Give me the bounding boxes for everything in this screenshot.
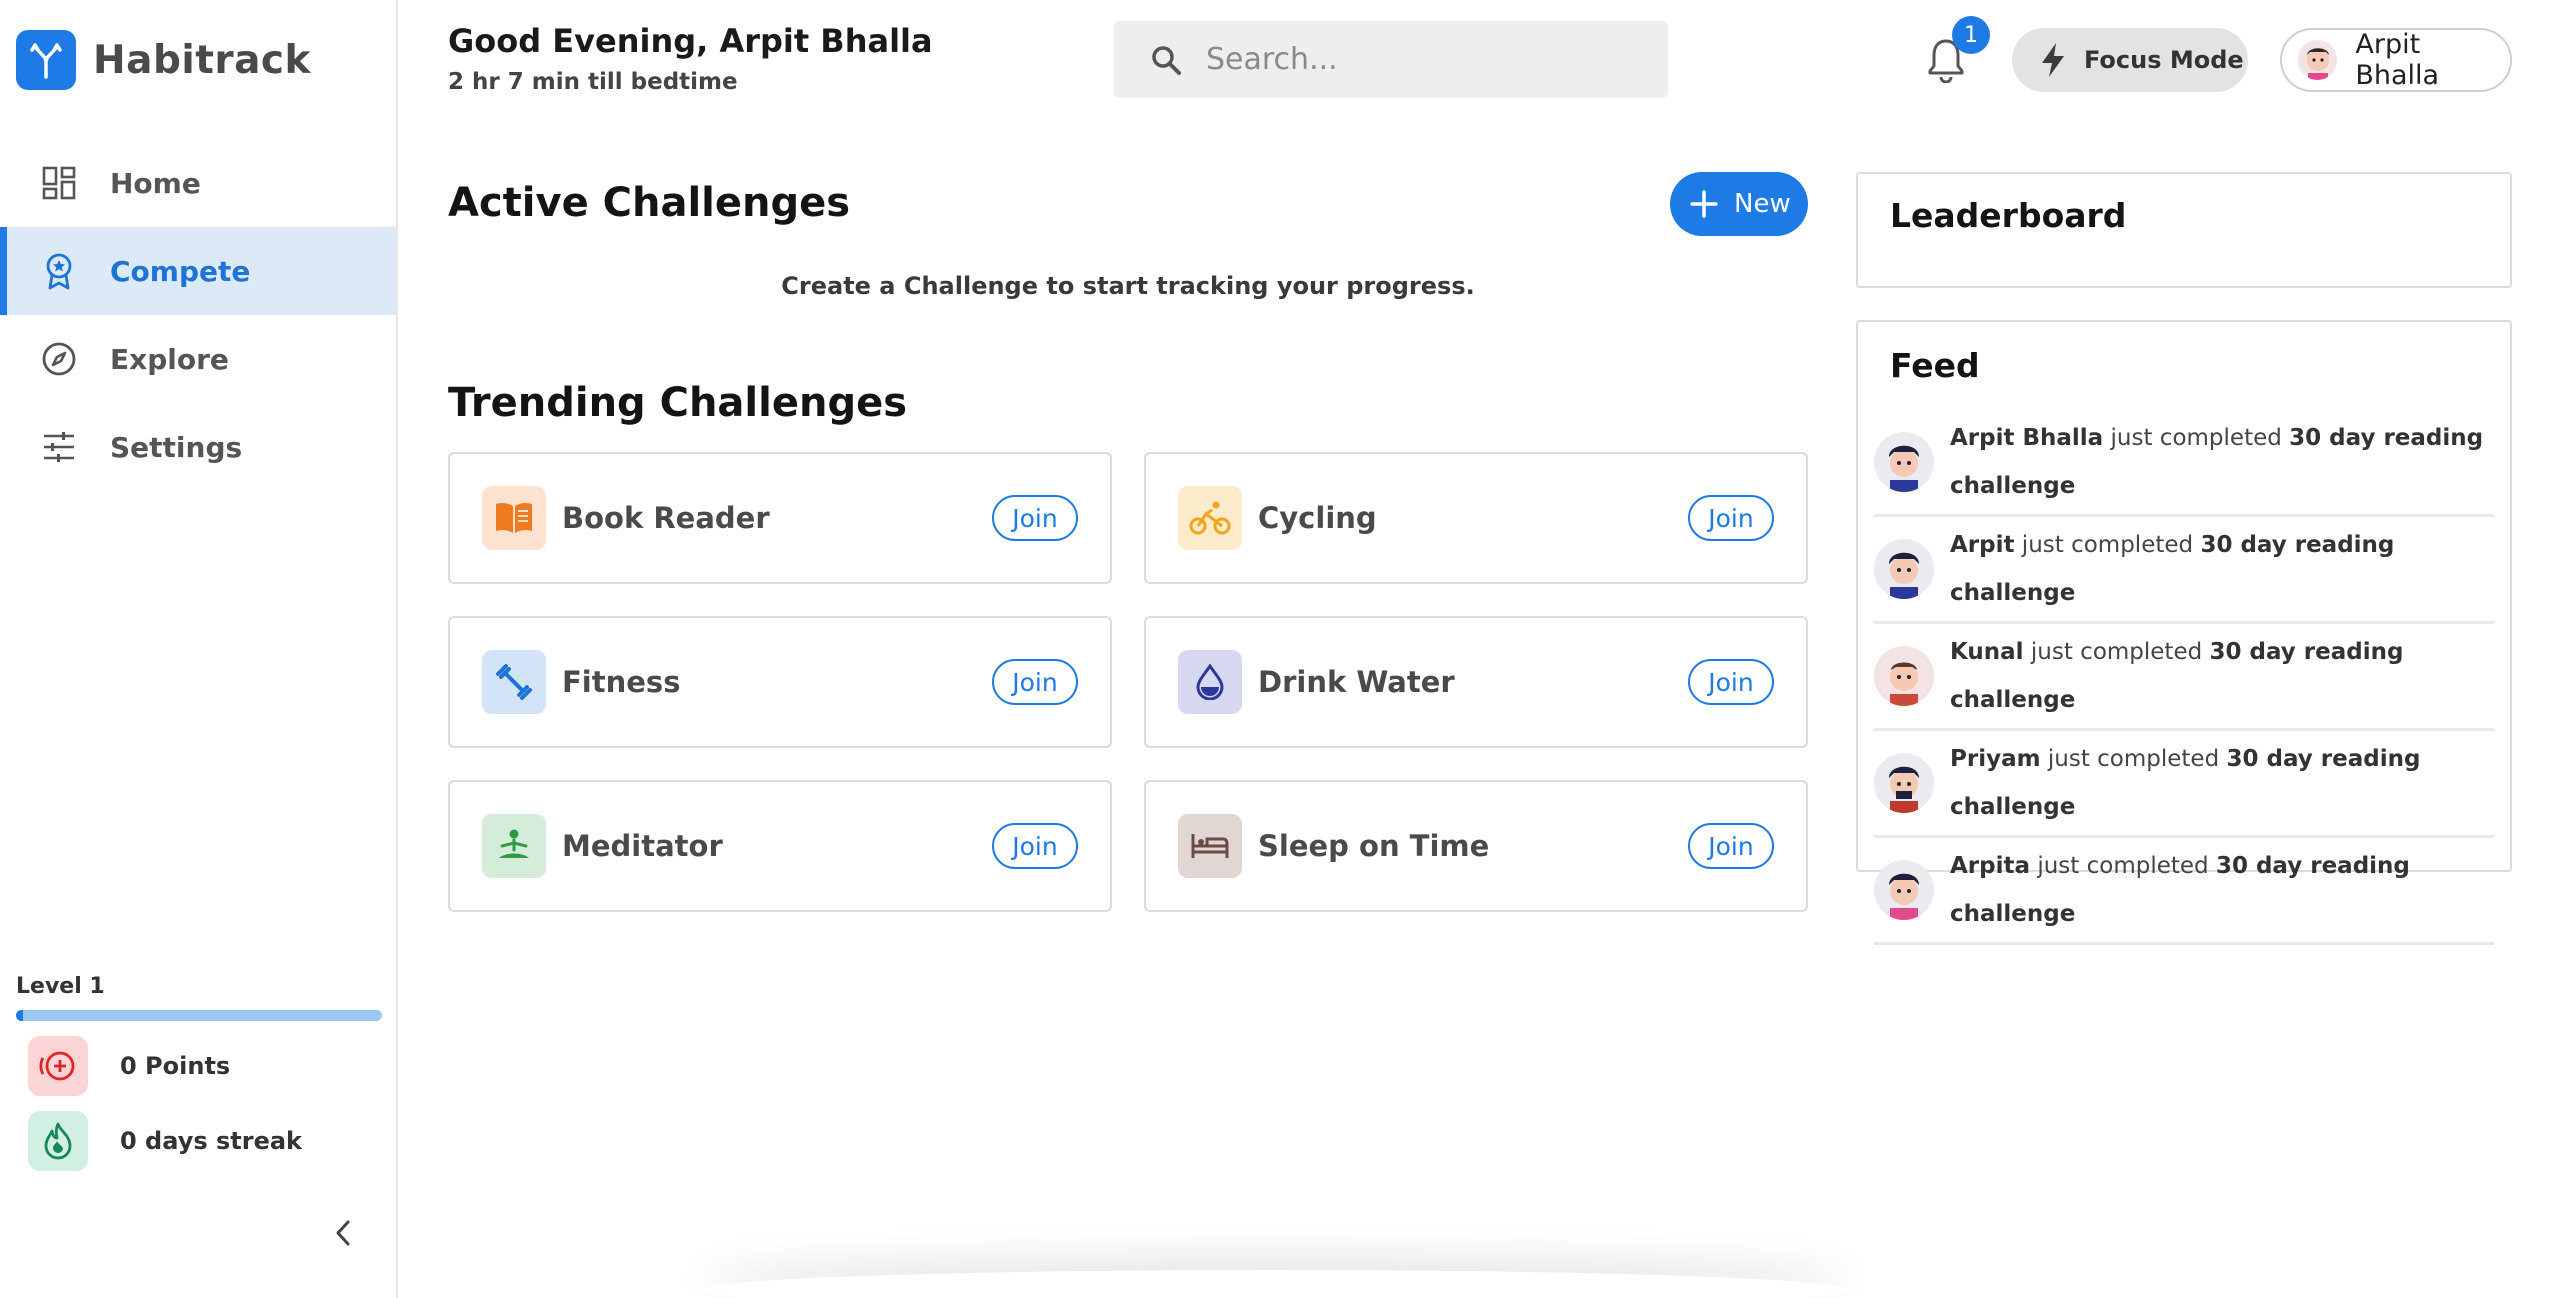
sidebar-item-compete[interactable]: Compete [0,227,396,315]
challenge-name: Fitness [562,665,681,699]
challenge-name: Meditator [562,829,723,863]
greeting-title: Good Evening, Arpit Bhalla [448,22,933,60]
points-stat: 0 Points [28,1036,230,1096]
level-label: Level 1 [16,974,105,999]
join-button[interactable]: Join [992,495,1078,541]
join-button[interactable]: Join [1688,495,1774,541]
challenge-name: Drink Water [1258,665,1455,699]
join-button[interactable]: Join [1688,823,1774,869]
plus-icon [1688,188,1720,220]
profile-button[interactable]: Arpit Bhalla [2280,28,2512,92]
search-input[interactable] [1206,42,1646,77]
feed-item: Arpit just completed 30 day reading chal… [1874,517,2494,624]
feed-text: Arpit Bhalla just completed 30 day readi… [1950,425,2484,499]
chevron-left-icon [333,1219,353,1251]
new-challenge-button[interactable]: New [1670,172,1808,236]
challenge-card-drink-water: Drink Water Join [1144,616,1808,748]
collapse-sidebar-button[interactable] [326,1218,360,1252]
flame-icon [28,1111,88,1171]
leaderboard-panel: Leaderboard [1856,172,2512,288]
feed-panel: Feed Arpit Bhalla just completed 30 day … [1856,320,2512,945]
water-drop-icon [1178,650,1242,714]
sidebar: Habitrack Home Compete Explore Settings [0,0,398,1298]
avatar [1874,646,1934,706]
new-label: New [1734,189,1791,219]
feed-item: Kunal just completed 30 day reading chal… [1874,624,2494,731]
sidebar-item-home[interactable]: Home [0,139,396,227]
challenge-card-book-reader: Book Reader Join [448,452,1112,584]
challenge-card-meditator: Meditator Join [448,780,1112,912]
feed-item: Arpita just completed 30 day reading cha… [1874,838,2494,945]
trending-challenges-title: Trending Challenges [448,380,908,426]
avatar [2298,40,2338,80]
award-badge-icon [40,252,78,290]
join-button[interactable]: Join [1688,659,1774,705]
challenge-card-fitness: Fitness Join [448,616,1112,748]
sidebar-nav: Home Compete Explore Settings [0,139,396,491]
feed-title: Feed [1890,346,1980,385]
bed-icon [1178,814,1242,878]
avatar [1874,753,1934,813]
challenge-name: Cycling [1258,501,1377,535]
dumbbell-icon [482,650,546,714]
bottom-shadow [700,1270,1850,1298]
sliders-icon [40,428,78,466]
active-challenges-title: Active Challenges [448,180,851,226]
challenge-card-cycling: Cycling Join [1144,452,1808,584]
feed-text: Priyam just completed 30 day reading cha… [1950,746,2421,820]
challenge-name: Book Reader [562,501,770,535]
feed-text: Arpita just completed 30 day reading cha… [1950,853,2410,927]
avatar [1874,539,1934,599]
brand[interactable]: Habitrack [16,30,311,90]
book-icon [482,486,546,550]
sidebar-item-label: Compete [110,254,251,288]
dashboard-icon [40,164,78,202]
feed-text: Kunal just completed 30 day reading chal… [1950,639,2404,713]
sidebar-item-settings[interactable]: Settings [0,403,396,491]
search-icon [1148,42,1184,78]
focus-mode-label: Focus Mode [2084,46,2244,74]
leaderboard-title: Leaderboard [1890,196,2127,235]
profile-name: Arpit Bhalla [2355,29,2440,91]
focus-mode-button[interactable]: Focus Mode [2012,28,2248,92]
streak-label: 0 days streak [120,1127,303,1155]
challenge-name: Sleep on Time [1258,829,1490,863]
sidebar-item-explore[interactable]: Explore [0,315,396,403]
join-button[interactable]: Join [992,659,1078,705]
search-bar[interactable] [1114,21,1668,98]
sidebar-item-label: Explore [110,342,229,376]
level-progress-fill [16,1010,24,1021]
app-name: Habitrack [93,37,311,83]
challenge-card-sleep-on-time: Sleep on Time Join [1144,780,1808,912]
avatar [1874,860,1934,920]
join-button[interactable]: Join [992,823,1078,869]
feed-item: Arpit Bhalla just completed 30 day readi… [1874,410,2494,517]
level-progress-bar [16,1010,382,1021]
compass-icon [40,340,78,378]
feed-text: Arpit just completed 30 day reading chal… [1950,532,2395,606]
streak-stat: 0 days streak [28,1111,302,1171]
sidebar-item-label: Home [110,166,201,200]
meditation-icon [482,814,546,878]
avatar [1874,432,1934,492]
feed-list: Arpit Bhalla just completed 30 day readi… [1874,410,2494,945]
feed-item: Priyam just completed 30 day reading cha… [1874,731,2494,838]
habitrack-logo-icon [16,30,76,90]
bicycle-icon [1178,486,1242,550]
empty-challenges-message: Create a Challenge to start tracking you… [781,272,1475,300]
points-target-icon [28,1036,88,1096]
notification-count-badge: 1 [1952,16,1990,54]
bedtime-countdown: 2 hr 7 min till bedtime [448,69,738,95]
points-label: 0 Points [120,1052,231,1080]
sidebar-item-label: Settings [110,430,243,464]
lightning-icon [2040,42,2068,78]
